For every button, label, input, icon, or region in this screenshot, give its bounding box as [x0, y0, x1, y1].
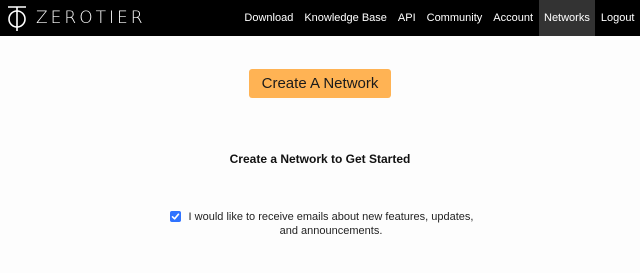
- checkmark-icon: [171, 213, 180, 220]
- create-network-button[interactable]: Create A Network: [249, 69, 391, 98]
- zerotier-logo-icon: [8, 6, 26, 31]
- brand-logo[interactable]: ZEROTIER: [0, 0, 146, 36]
- top-navigation-bar: ZEROTIER Download Knowledge Base API Com…: [0, 0, 640, 36]
- nav-item-account[interactable]: Account: [488, 0, 539, 36]
- email-optin: I would like to receive emails about new…: [170, 210, 480, 238]
- nav-item-api[interactable]: API: [392, 0, 421, 36]
- brand-name: ZEROTIER: [36, 8, 146, 28]
- main-nav: Download Knowledge Base API Community Ac…: [239, 0, 640, 36]
- nav-item-download[interactable]: Download: [239, 0, 299, 36]
- nav-item-networks[interactable]: Networks: [538, 0, 596, 36]
- nav-item-logout[interactable]: Logout: [595, 0, 640, 36]
- email-optin-label[interactable]: I would like to receive emails about new…: [186, 210, 476, 238]
- email-optin-checkbox[interactable]: [170, 211, 181, 222]
- nav-item-community[interactable]: Community: [421, 0, 488, 36]
- nav-item-knowledge-base[interactable]: Knowledge Base: [299, 0, 393, 36]
- page-heading: Create a Network to Get Started: [229, 152, 411, 166]
